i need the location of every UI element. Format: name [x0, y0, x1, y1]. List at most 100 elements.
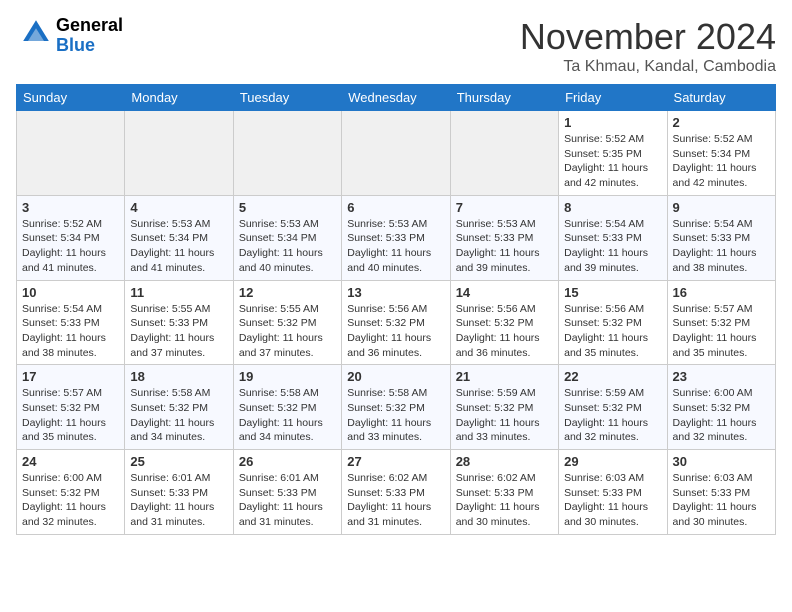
calendar-week-row: 17 Sunrise: 5:57 AM Sunset: 5:32 PM Dayli… — [17, 365, 776, 450]
weekday-header-sunday: Sunday — [17, 85, 125, 111]
day-number: 3 — [22, 200, 119, 215]
calendar-cell: 3 Sunrise: 5:52 AM Sunset: 5:34 PM Daylig… — [17, 195, 125, 280]
calendar-cell: 15Sunrise: 5:56 AM Sunset: 5:32 PM Dayli… — [559, 280, 667, 365]
day-number: 20 — [347, 369, 444, 384]
day-info: Sunrise: 6:02 AM Sunset: 5:33 PM Dayligh… — [347, 471, 444, 530]
day-number: 2 — [673, 115, 770, 130]
day-info: Sunrise: 5:53 AM Sunset: 5:34 PM Dayligh… — [239, 217, 336, 276]
day-number: 4 — [130, 200, 227, 215]
calendar-week-row: 3 Sunrise: 5:52 AM Sunset: 5:34 PM Daylig… — [17, 195, 776, 280]
day-info: Sunrise: 5:53 AM Sunset: 5:34 PM Dayligh… — [130, 217, 227, 276]
calendar-cell: 24 Sunrise: 6:00 AM Sunset: 5:32 PM Dayli… — [17, 450, 125, 535]
calendar-cell — [125, 111, 233, 196]
day-info: Sunrise: 5:53 AM Sunset: 5:33 PM Dayligh… — [347, 217, 444, 276]
day-number: 24 — [22, 454, 119, 469]
day-info: Sunrise: 5:58 AM Sunset: 5:32 PM Dayligh… — [347, 386, 444, 445]
calendar-cell: 9 Sunrise: 5:54 AM Sunset: 5:33 PM Daylig… — [667, 195, 775, 280]
calendar-cell: 18Sunrise: 5:58 AM Sunset: 5:32 PM Dayli… — [125, 365, 233, 450]
calendar-cell: 6 Sunrise: 5:53 AM Sunset: 5:33 PM Daylig… — [342, 195, 450, 280]
day-number: 5 — [239, 200, 336, 215]
day-info: Sunrise: 5:52 AM Sunset: 5:35 PM Dayligh… — [564, 132, 661, 191]
calendar-cell: 17 Sunrise: 5:57 AM Sunset: 5:32 PM Dayli… — [17, 365, 125, 450]
calendar-cell — [233, 111, 341, 196]
day-info: Sunrise: 5:55 AM Sunset: 5:33 PM Dayligh… — [130, 302, 227, 361]
month-title: November 2024 — [520, 16, 776, 58]
day-number: 29 — [564, 454, 661, 469]
day-number: 7 — [456, 200, 553, 215]
location: Ta Khmau, Kandal, Cambodia — [520, 58, 776, 76]
day-number: 23 — [673, 369, 770, 384]
calendar-week-row: 1 Sunrise: 5:52 AM Sunset: 5:35 PM Daylig… — [17, 111, 776, 196]
title-block: November 2024 Ta Khmau, Kandal, Cambodia — [520, 16, 776, 76]
calendar-cell: 1 Sunrise: 5:52 AM Sunset: 5:35 PM Daylig… — [559, 111, 667, 196]
day-info: Sunrise: 5:54 AM Sunset: 5:33 PM Dayligh… — [673, 217, 770, 276]
calendar-cell: 16 Sunrise: 5:57 AM Sunset: 5:32 PM Dayli… — [667, 280, 775, 365]
calendar-cell: 5 Sunrise: 5:53 AM Sunset: 5:34 PM Daylig… — [233, 195, 341, 280]
day-info: Sunrise: 6:03 AM Sunset: 5:33 PM Dayligh… — [564, 471, 661, 530]
calendar-cell: 22 Sunrise: 5:59 AM Sunset: 5:32 PM Dayli… — [559, 365, 667, 450]
calendar-cell: 28 Sunrise: 6:02 AM Sunset: 5:33 PM Dayli… — [450, 450, 558, 535]
day-number: 21 — [456, 369, 553, 384]
day-number: 26 — [239, 454, 336, 469]
calendar-cell: 11Sunrise: 5:55 AM Sunset: 5:33 PM Dayli… — [125, 280, 233, 365]
day-number: 16 — [673, 285, 770, 300]
weekday-header-saturday: Saturday — [667, 85, 775, 111]
weekday-header-thursday: Thursday — [450, 85, 558, 111]
calendar-cell: 20 Sunrise: 5:58 AM Sunset: 5:32 PM Dayli… — [342, 365, 450, 450]
day-number: 28 — [456, 454, 553, 469]
calendar-cell — [342, 111, 450, 196]
day-number: 15 — [564, 285, 661, 300]
calendar-table: SundayMondayTuesdayWednesdayThursdayFrid… — [16, 84, 776, 535]
day-number: 12 — [239, 285, 336, 300]
day-number: 25 — [130, 454, 227, 469]
day-number: 22 — [564, 369, 661, 384]
calendar-cell: 2Sunrise: 5:52 AM Sunset: 5:34 PM Daylig… — [667, 111, 775, 196]
day-info: Sunrise: 5:54 AM Sunset: 5:33 PM Dayligh… — [22, 302, 119, 361]
weekday-header-monday: Monday — [125, 85, 233, 111]
calendar-cell: 21 Sunrise: 5:59 AM Sunset: 5:32 PM Dayli… — [450, 365, 558, 450]
weekday-header-tuesday: Tuesday — [233, 85, 341, 111]
calendar-header-row: SundayMondayTuesdayWednesdayThursdayFrid… — [17, 85, 776, 111]
day-number: 1 — [564, 115, 661, 130]
day-number: 18 — [130, 369, 227, 384]
page-header: General Blue November 2024 Ta Khmau, Kan… — [16, 16, 776, 76]
day-number: 30 — [673, 454, 770, 469]
calendar-cell — [17, 111, 125, 196]
day-info: Sunrise: 6:01 AM Sunset: 5:33 PM Dayligh… — [239, 471, 336, 530]
calendar-week-row: 24 Sunrise: 6:00 AM Sunset: 5:32 PM Dayli… — [17, 450, 776, 535]
day-info: Sunrise: 5:59 AM Sunset: 5:32 PM Dayligh… — [564, 386, 661, 445]
day-info: Sunrise: 5:57 AM Sunset: 5:32 PM Dayligh… — [22, 386, 119, 445]
calendar-cell: 29 Sunrise: 6:03 AM Sunset: 5:33 PM Dayli… — [559, 450, 667, 535]
logo-icon — [20, 17, 52, 49]
day-info: Sunrise: 6:03 AM Sunset: 5:33 PM Dayligh… — [673, 471, 770, 530]
calendar-cell: 14Sunrise: 5:56 AM Sunset: 5:32 PM Dayli… — [450, 280, 558, 365]
day-info: Sunrise: 6:00 AM Sunset: 5:32 PM Dayligh… — [673, 386, 770, 445]
day-info: Sunrise: 5:53 AM Sunset: 5:33 PM Dayligh… — [456, 217, 553, 276]
day-number: 17 — [22, 369, 119, 384]
calendar-cell: 4 Sunrise: 5:53 AM Sunset: 5:34 PM Daylig… — [125, 195, 233, 280]
day-info: Sunrise: 5:54 AM Sunset: 5:33 PM Dayligh… — [564, 217, 661, 276]
calendar-cell: 10 Sunrise: 5:54 AM Sunset: 5:33 PM Dayli… — [17, 280, 125, 365]
logo-text: General Blue — [56, 16, 123, 56]
day-info: Sunrise: 6:02 AM Sunset: 5:33 PM Dayligh… — [456, 471, 553, 530]
day-number: 6 — [347, 200, 444, 215]
calendar-cell — [450, 111, 558, 196]
day-number: 10 — [22, 285, 119, 300]
calendar-cell: 7 Sunrise: 5:53 AM Sunset: 5:33 PM Daylig… — [450, 195, 558, 280]
day-info: Sunrise: 6:01 AM Sunset: 5:33 PM Dayligh… — [130, 471, 227, 530]
day-info: Sunrise: 5:59 AM Sunset: 5:32 PM Dayligh… — [456, 386, 553, 445]
calendar-cell: 27Sunrise: 6:02 AM Sunset: 5:33 PM Dayli… — [342, 450, 450, 535]
day-info: Sunrise: 5:52 AM Sunset: 5:34 PM Dayligh… — [22, 217, 119, 276]
day-info: Sunrise: 5:55 AM Sunset: 5:32 PM Dayligh… — [239, 302, 336, 361]
day-number: 8 — [564, 200, 661, 215]
day-number: 13 — [347, 285, 444, 300]
weekday-header-friday: Friday — [559, 85, 667, 111]
calendar-body: 1 Sunrise: 5:52 AM Sunset: 5:35 PM Daylig… — [17, 111, 776, 535]
day-info: Sunrise: 6:00 AM Sunset: 5:32 PM Dayligh… — [22, 471, 119, 530]
calendar-cell: 19Sunrise: 5:58 AM Sunset: 5:32 PM Dayli… — [233, 365, 341, 450]
day-info: Sunrise: 5:56 AM Sunset: 5:32 PM Dayligh… — [456, 302, 553, 361]
calendar-cell: 8 Sunrise: 5:54 AM Sunset: 5:33 PM Daylig… — [559, 195, 667, 280]
weekday-header-wednesday: Wednesday — [342, 85, 450, 111]
day-number: 9 — [673, 200, 770, 215]
day-info: Sunrise: 5:57 AM Sunset: 5:32 PM Dayligh… — [673, 302, 770, 361]
